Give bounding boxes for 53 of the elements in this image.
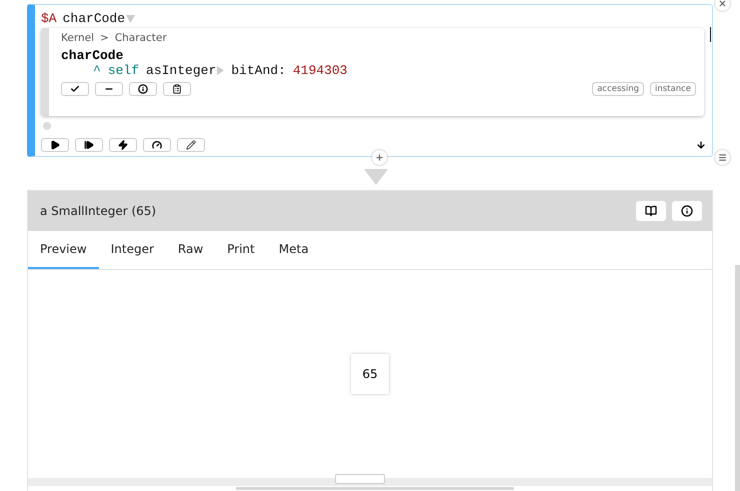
play-icon <box>50 140 60 150</box>
menu-icon <box>718 153 727 162</box>
pencil-icon <box>186 140 196 150</box>
check-icon <box>70 84 80 94</box>
add-button[interactable] <box>372 150 387 165</box>
method-tag[interactable]: instance <box>650 82 696 96</box>
lightning-icon <box>118 140 128 150</box>
clipboard-button[interactable] <box>163 82 191 96</box>
close-icon <box>718 0 727 8</box>
info-button[interactable] <box>129 82 157 96</box>
close-button[interactable] <box>715 0 730 11</box>
info-icon <box>138 84 148 94</box>
bullet-icon <box>43 122 51 130</box>
inspector-tab[interactable]: Meta <box>266 231 321 269</box>
gauge-button[interactable] <box>143 138 171 152</box>
pencil-button[interactable] <box>177 138 205 152</box>
variable-name: $A <box>41 11 57 26</box>
inspector-tab[interactable]: Print <box>215 231 267 269</box>
lightning-button[interactable] <box>109 138 137 152</box>
resize-handle[interactable] <box>335 474 385 484</box>
code-token: asInteger <box>146 63 216 78</box>
inspector-tab[interactable]: Raw <box>166 231 216 269</box>
menu-button[interactable] <box>715 150 730 165</box>
code-cell[interactable]: $A charCode Kernel > Character charCode ^ self asInteger bitAnd: 4194303 accessing instance <box>27 4 713 157</box>
value-card: 65 <box>351 354 389 394</box>
inspector-tab[interactable]: Integer <box>98 231 166 269</box>
info-icon <box>681 205 693 217</box>
triangle-icon <box>364 169 388 185</box>
breadcrumb-item[interactable]: Kernel <box>61 32 94 44</box>
step-forward-icon <box>84 140 94 150</box>
play-button[interactable] <box>41 138 69 152</box>
method-tag[interactable]: accessing <box>592 82 644 96</box>
book-button[interactable] <box>636 201 666 221</box>
code-token: bitAnd: <box>231 63 286 78</box>
method-name: charCode <box>61 48 124 63</box>
plus-icon <box>375 153 384 162</box>
vertical-scrollbar[interactable] <box>735 265 740 491</box>
arrow-down-icon[interactable] <box>696 140 706 150</box>
breadcrumb-separator: > <box>100 32 109 44</box>
breadcrumb-item[interactable]: Character <box>114 32 167 44</box>
clipboard-icon <box>172 84 182 94</box>
accept-button[interactable] <box>61 82 89 96</box>
book-icon <box>645 205 657 217</box>
code-token: ^ <box>93 63 101 78</box>
inspector-tab[interactable]: Preview <box>28 231 99 269</box>
inspector-title: a SmallInteger (65) <box>40 204 158 218</box>
text-cursor <box>710 27 711 42</box>
code-token: 4194303 <box>292 63 348 78</box>
code-token: self <box>108 63 140 78</box>
info-button[interactable] <box>672 201 702 221</box>
step-button[interactable] <box>75 138 103 152</box>
selector-text: charCode <box>62 11 126 26</box>
gauge-icon <box>152 140 162 150</box>
